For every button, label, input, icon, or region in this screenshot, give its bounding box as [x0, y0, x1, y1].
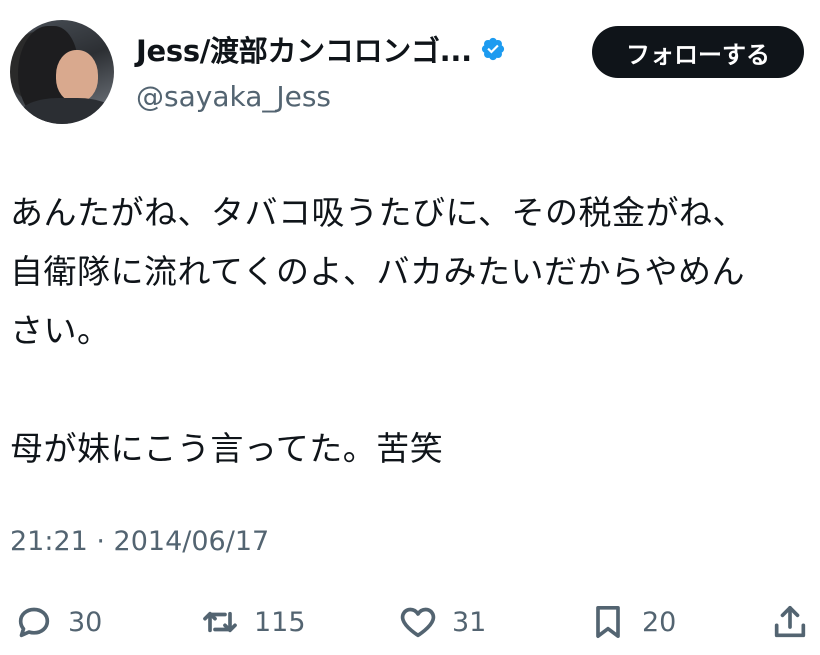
- tweet-line: さい。: [10, 311, 111, 350]
- avatar[interactable]: [10, 20, 114, 124]
- tweet-text: あんたがね、タバコ吸うたびに、その税金がね、 自衛隊に流れてくのよ、バカみたいだ…: [10, 183, 810, 478]
- share-button[interactable]: [770, 594, 810, 650]
- tweet-line: 母が妹にこう言ってた。苦笑: [10, 429, 444, 468]
- share-icon: [774, 606, 806, 638]
- verified-badge-icon: [481, 37, 504, 61]
- reply-bubble-icon: [18, 607, 50, 638]
- reply-count: 30: [68, 606, 103, 638]
- tweet-timestamp[interactable]: 21:21 · 2014/06/17: [10, 526, 269, 557]
- avatar-coat: [20, 98, 114, 124]
- follow-button[interactable]: フォローする: [592, 26, 804, 78]
- reply-button[interactable]: 30: [14, 594, 102, 650]
- tweet-actions: 30 115 31 20: [0, 594, 820, 650]
- tweet-line: 自衛隊に流れてくのよ、バカみたいだからやめん: [10, 252, 746, 291]
- retweet-icon: [203, 611, 237, 633]
- tweet-line: あんたがね、タバコ吸うたびに、その税金がね、: [10, 193, 747, 232]
- bookmark-icon: [596, 606, 620, 638]
- avatar-face: [56, 50, 98, 102]
- author-handle[interactable]: @sayaka_Jess: [136, 80, 331, 113]
- like-count: 31: [452, 606, 487, 638]
- bookmark-button[interactable]: 20: [588, 594, 676, 650]
- heart-icon: [400, 607, 436, 638]
- author-name-row: Jess/渡部カンコロンゴ...: [136, 28, 506, 70]
- like-button[interactable]: 31: [398, 594, 486, 650]
- retweet-button[interactable]: 115: [200, 594, 306, 650]
- bookmark-count: 20: [642, 606, 677, 638]
- author-display-name[interactable]: Jess/渡部カンコロンゴ...: [136, 28, 472, 70]
- retweet-count: 115: [254, 606, 306, 638]
